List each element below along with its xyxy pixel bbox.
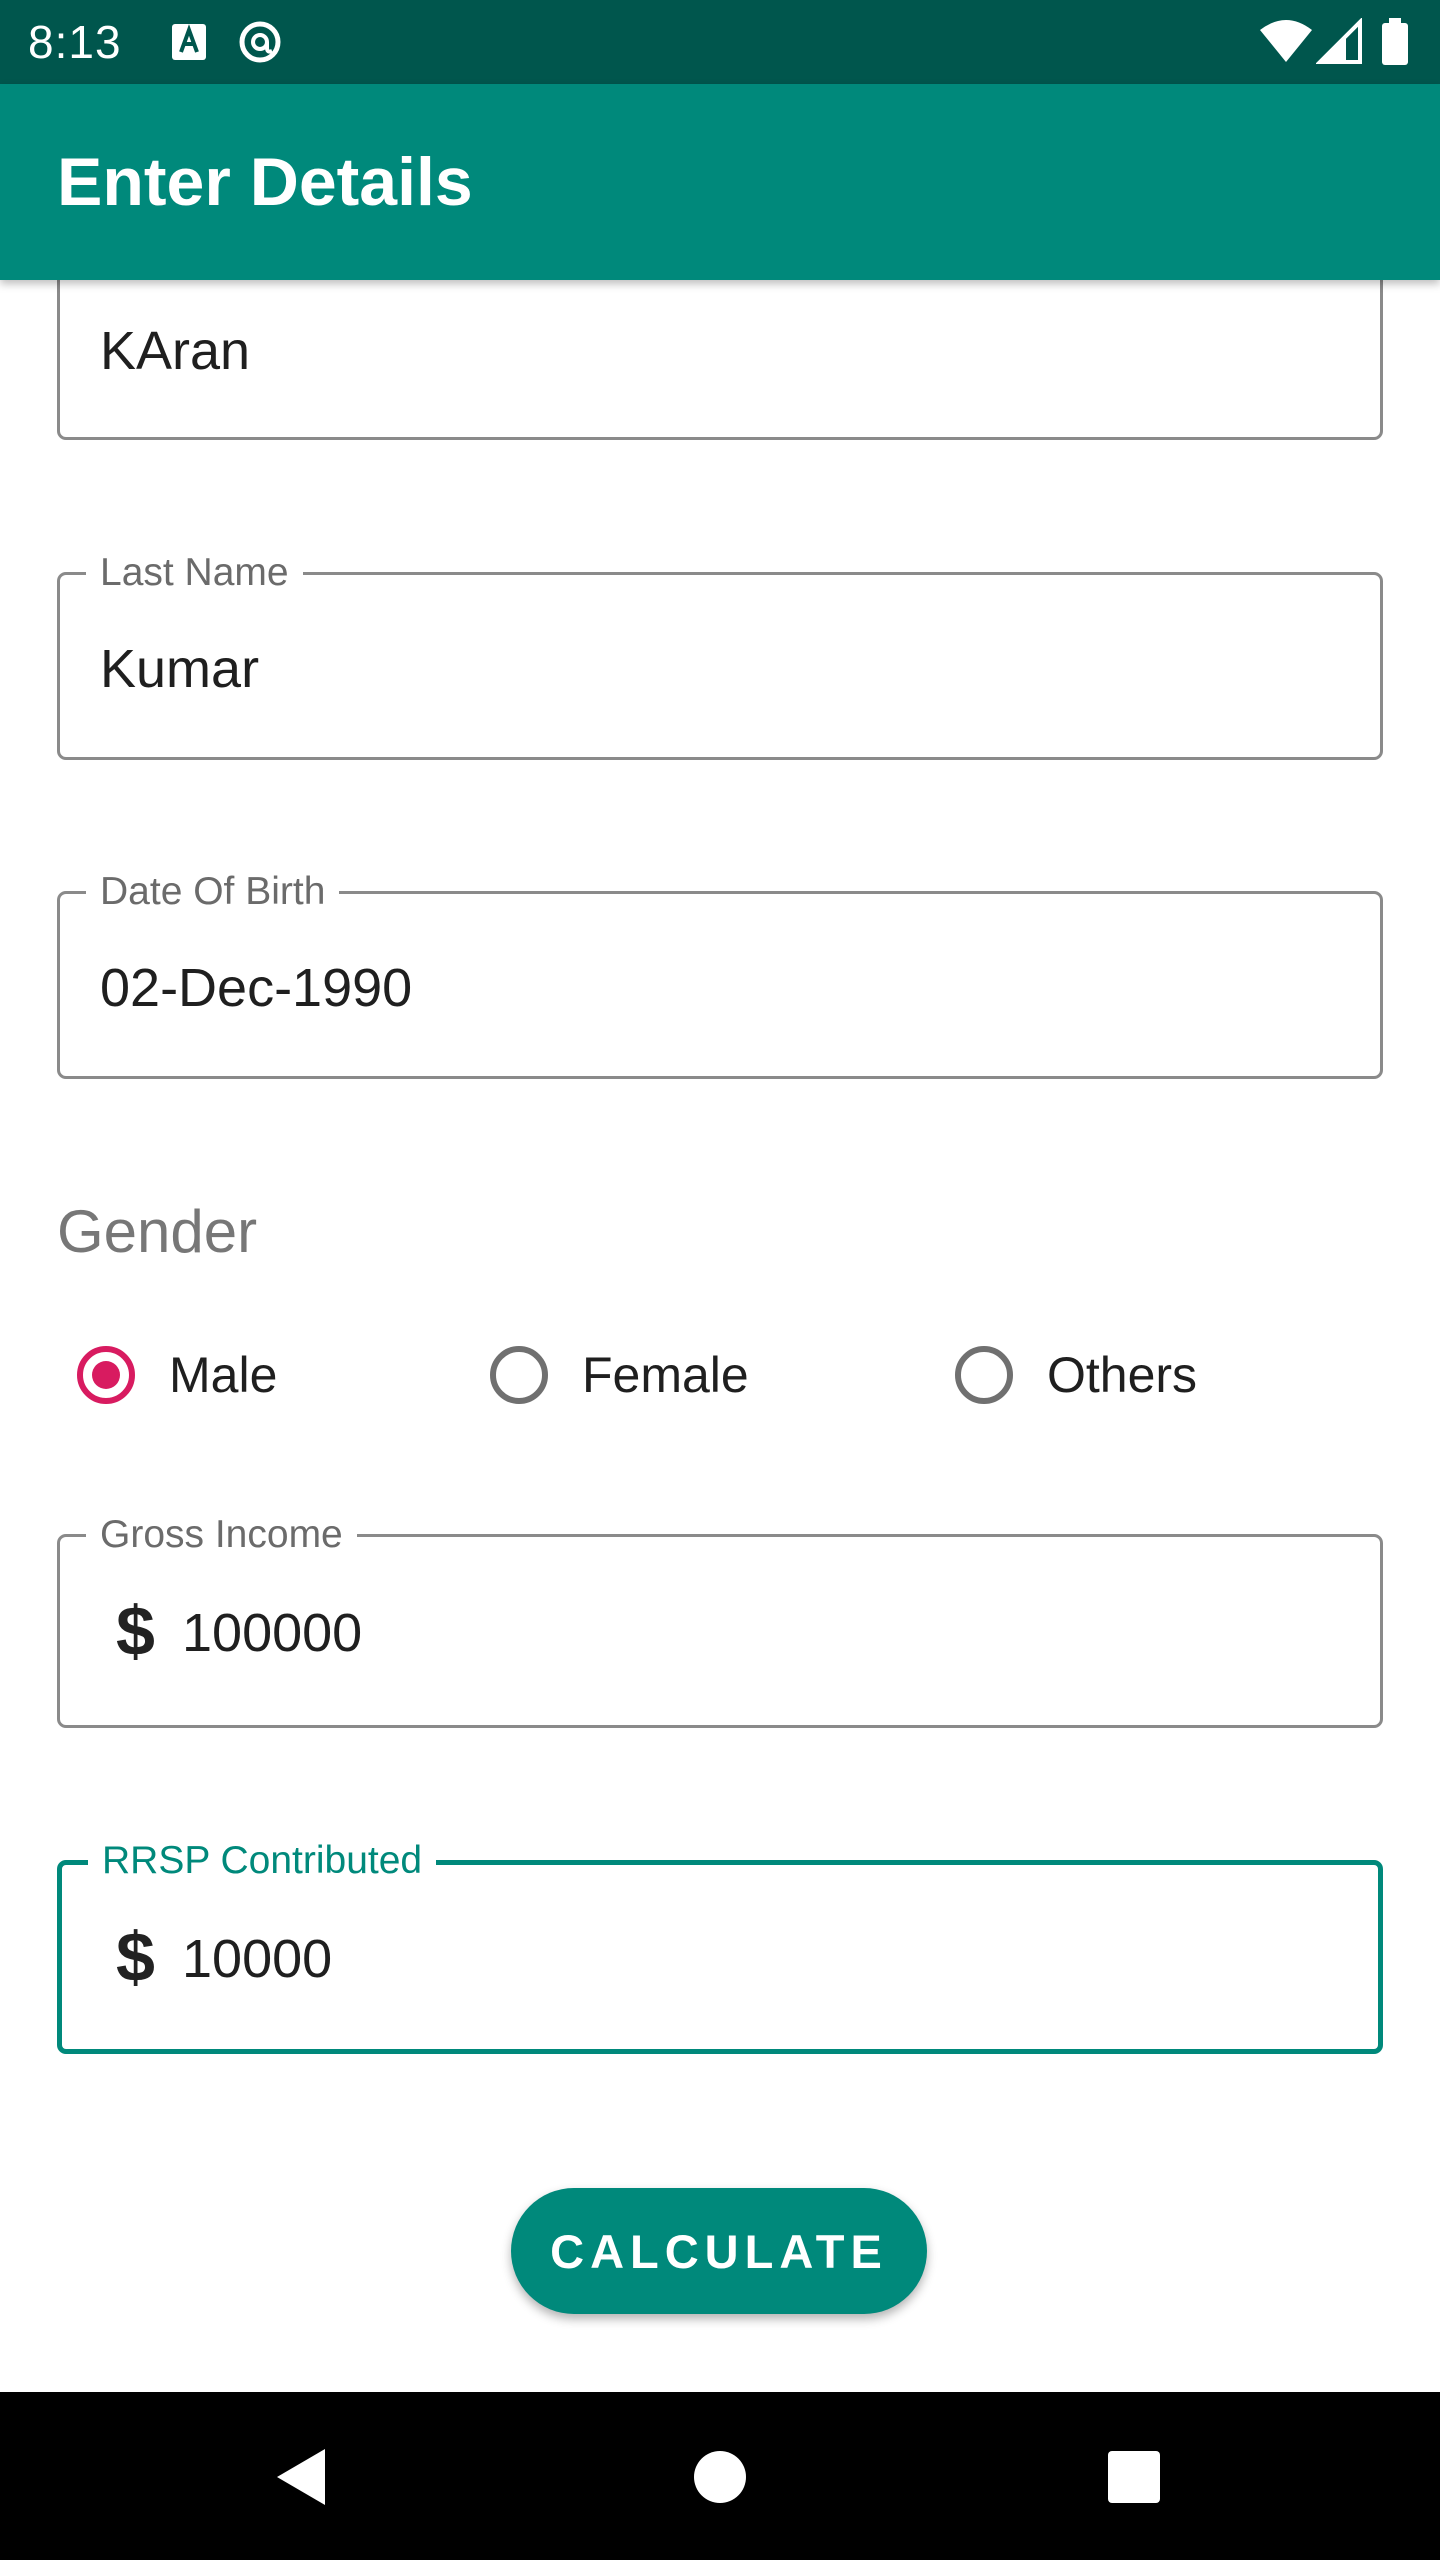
radio-female-label: Female xyxy=(582,1347,749,1403)
date-of-birth-value: 02-Dec-1990 xyxy=(100,958,413,1018)
battery-icon xyxy=(1382,18,1408,65)
first-name-value: KAran xyxy=(100,321,251,381)
page-title: Enter Details xyxy=(57,144,473,220)
at-sign-icon xyxy=(239,21,281,63)
gross-income-value: 100000 xyxy=(182,1603,363,1663)
rrsp-contributed-label: RRSP Contributed xyxy=(88,1837,437,1885)
wifi-icon xyxy=(1260,20,1312,62)
radio-others-indicator[interactable] xyxy=(955,1346,1013,1404)
radio-male-label: Male xyxy=(169,1347,278,1403)
calculate-button[interactable]: CALCULATE xyxy=(511,2188,927,2314)
radio-male[interactable]: Male xyxy=(77,1335,277,1415)
back-button[interactable] xyxy=(256,2432,346,2522)
navigation-bar xyxy=(0,2392,1440,2560)
radio-female[interactable]: Female xyxy=(490,1335,749,1415)
status-bar: 8:13 xyxy=(0,0,1440,84)
radio-male-indicator[interactable] xyxy=(77,1346,135,1404)
keyboard-a-icon xyxy=(172,24,206,60)
last-name-field[interactable]: Last Name Kumar xyxy=(57,549,1383,760)
rrsp-contributed-field[interactable]: RRSP Contributed $ 10000 xyxy=(57,1837,1383,2054)
radio-others-label: Others xyxy=(1047,1347,1198,1403)
screen: 8:13 Enter Details KAran Last Name Kumar… xyxy=(0,0,1440,2560)
gross-income-label: Gross Income xyxy=(86,1511,357,1559)
last-name-value: Kumar xyxy=(100,639,260,699)
status-time: 8:13 xyxy=(28,16,122,68)
app-bar: Enter Details xyxy=(0,84,1440,280)
home-icon xyxy=(694,2451,746,2503)
rrsp-contributed-value: 10000 xyxy=(182,1929,333,1989)
home-button[interactable] xyxy=(675,2432,765,2522)
radio-female-indicator[interactable] xyxy=(490,1346,548,1404)
radio-others[interactable]: Others xyxy=(955,1335,1197,1415)
recents-icon xyxy=(1108,2451,1160,2503)
date-of-birth-field[interactable]: Date Of Birth 02-Dec-1990 xyxy=(57,868,1383,1079)
signal-icon xyxy=(1316,18,1362,64)
gross-income-field[interactable]: Gross Income $ 100000 xyxy=(57,1511,1383,1728)
last-name-label: Last Name xyxy=(86,549,303,597)
dollar-prefix: $ xyxy=(116,1592,155,1670)
back-icon xyxy=(277,2449,325,2505)
gender-title: Gender xyxy=(57,1198,258,1265)
recents-button[interactable] xyxy=(1089,2432,1179,2522)
date-of-birth-label: Date Of Birth xyxy=(86,868,340,916)
dollar-prefix: $ xyxy=(116,1918,155,1996)
